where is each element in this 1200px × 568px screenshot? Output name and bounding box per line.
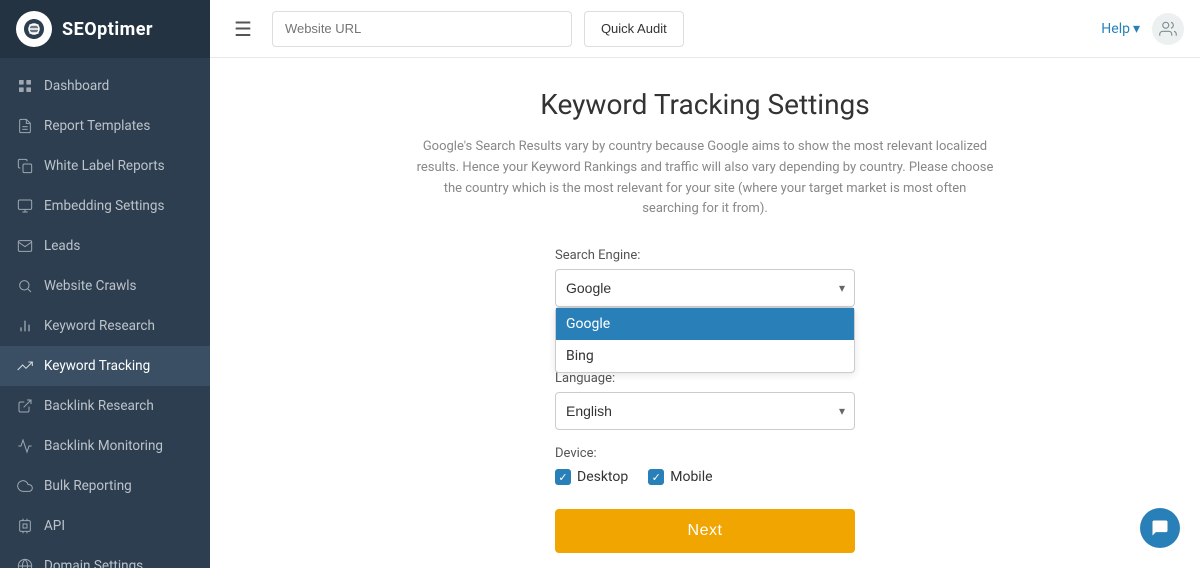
page-description: Google's Search Results vary by country …	[415, 137, 995, 220]
hamburger-icon[interactable]: ☰	[226, 13, 260, 45]
sidebar-item-label: Dashboard	[44, 78, 109, 94]
sidebar-item-label: Backlink Monitoring	[44, 438, 163, 454]
sidebar-item-embedding-settings[interactable]: Embedding Settings	[0, 186, 210, 226]
file-edit-icon	[16, 117, 34, 135]
mail-icon	[16, 237, 34, 255]
sidebar-item-api[interactable]: API	[0, 506, 210, 546]
dropdown-option-google[interactable]: Google	[556, 308, 854, 340]
globe-icon	[16, 557, 34, 568]
mobile-checkbox[interactable]: ✓	[648, 469, 664, 485]
main-area: ☰ Quick Audit Help ▾ Keyword Tracking Se…	[210, 0, 1200, 568]
sidebar-item-leads[interactable]: Leads	[0, 226, 210, 266]
help-button[interactable]: Help ▾	[1101, 21, 1140, 37]
search-engine-select[interactable]: Google Bing	[555, 269, 855, 307]
next-button[interactable]: Next	[555, 509, 855, 553]
monitor-icon	[16, 197, 34, 215]
sidebar-item-dashboard[interactable]: Dashboard	[0, 66, 210, 106]
sidebar-item-label: Backlink Research	[44, 398, 154, 414]
sidebar-item-report-templates[interactable]: Report Templates	[0, 106, 210, 146]
sidebar-item-keyword-tracking[interactable]: Keyword Tracking	[0, 346, 210, 386]
sidebar-item-label: Embedding Settings	[44, 198, 164, 214]
bar-chart-icon	[16, 317, 34, 335]
sidebar-item-label: Keyword Research	[44, 318, 155, 334]
dropdown-option-bing[interactable]: Bing	[556, 340, 854, 372]
language-wrapper: Language: English ▾	[555, 371, 855, 430]
desktop-checkbox[interactable]: ✓	[555, 469, 571, 485]
users-icon[interactable]	[1152, 13, 1184, 45]
topbar: ☰ Quick Audit Help ▾	[210, 0, 1200, 58]
grid-icon	[16, 77, 34, 95]
device-label: Device:	[555, 446, 855, 461]
sidebar-item-keyword-research[interactable]: Keyword Research	[0, 306, 210, 346]
sidebar-item-white-label-reports[interactable]: White Label Reports	[0, 146, 210, 186]
search-engine-dropdown: Google Bing	[555, 307, 855, 373]
device-section: Device: ✓ Desktop ✓ Mobile	[555, 446, 855, 485]
cloud-icon	[16, 477, 34, 495]
trending-up-icon	[16, 357, 34, 375]
activity-icon	[16, 437, 34, 455]
language-label: Language:	[555, 371, 855, 386]
sidebar-item-label: Leads	[44, 238, 80, 254]
language-select-wrapper: English ▾	[555, 392, 855, 430]
sidebar-item-label: API	[44, 518, 65, 534]
device-options: ✓ Desktop ✓ Mobile	[555, 469, 855, 485]
quick-audit-button[interactable]: Quick Audit	[584, 11, 684, 47]
sidebar-item-domain-settings[interactable]: Domain Settings	[0, 546, 210, 568]
search-engine-select-wrapper: Google Bing ▾ Google Bing	[555, 269, 855, 307]
sidebar-item-label: Website Crawls	[44, 278, 137, 294]
sidebar-item-label: White Label Reports	[44, 158, 165, 174]
sidebar-item-backlink-monitoring[interactable]: Backlink Monitoring	[0, 426, 210, 466]
topbar-right: Help ▾	[1101, 13, 1184, 45]
mobile-checkbox-label[interactable]: ✓ Mobile	[648, 469, 712, 485]
sidebar-item-label: Report Templates	[44, 118, 150, 134]
cpu-icon	[16, 517, 34, 535]
page-title: Keyword Tracking Settings	[540, 88, 869, 121]
search-engine-label: Search Engine:	[555, 248, 855, 263]
sidebar-item-website-crawls[interactable]: Website Crawls	[0, 266, 210, 306]
chat-bubble-button[interactable]	[1140, 508, 1180, 548]
copy-icon	[16, 157, 34, 175]
sidebar-item-label: Domain Settings	[44, 558, 143, 568]
sidebar-item-label: Bulk Reporting	[44, 478, 132, 494]
logo-icon	[16, 11, 52, 47]
settings-form: Search Engine: Google Bing ▾ Google Bing…	[555, 248, 855, 553]
url-input[interactable]	[272, 11, 572, 47]
search-icon	[16, 277, 34, 295]
sidebar-item-backlink-research[interactable]: Backlink Research	[0, 386, 210, 426]
mobile-label: Mobile	[670, 469, 712, 485]
sidebar-item-bulk-reporting[interactable]: Bulk Reporting	[0, 466, 210, 506]
external-link-icon	[16, 397, 34, 415]
language-select[interactable]: English	[555, 392, 855, 430]
sidebar-logo: SEOptimer	[0, 0, 210, 58]
sidebar-nav: Dashboard Report Templates White Label R…	[0, 58, 210, 568]
content-area: Keyword Tracking Settings Google's Searc…	[210, 58, 1200, 568]
desktop-checkbox-label[interactable]: ✓ Desktop	[555, 469, 628, 485]
logo-text: SEOptimer	[62, 19, 153, 40]
sidebar: SEOptimer Dashboard Report Templates Whi…	[0, 0, 210, 568]
desktop-label: Desktop	[577, 469, 628, 485]
sidebar-item-label: Keyword Tracking	[44, 358, 150, 374]
